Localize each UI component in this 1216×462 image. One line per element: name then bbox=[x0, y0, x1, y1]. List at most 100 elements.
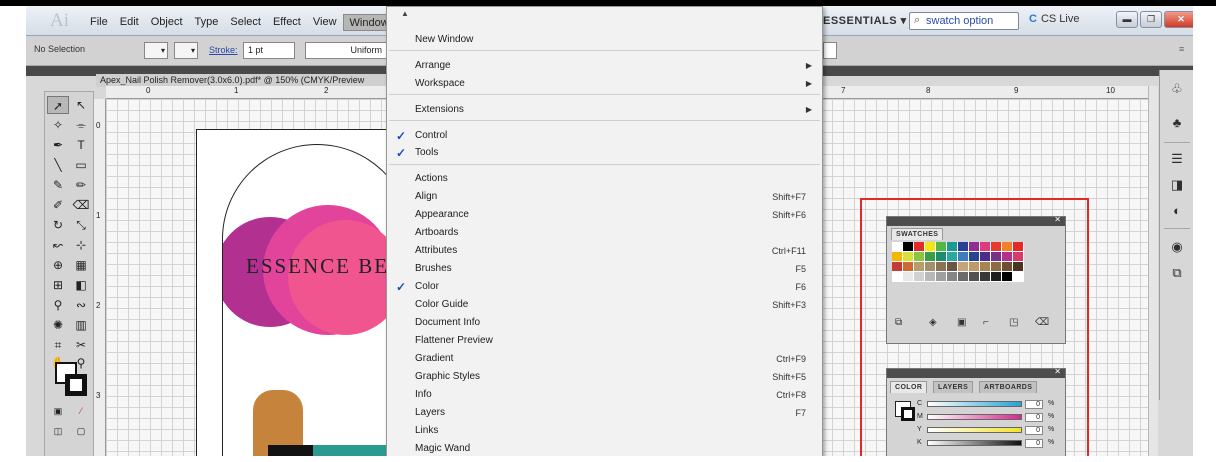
swatch[interactable] bbox=[947, 242, 958, 252]
menu-item-control[interactable]: ✓ Control bbox=[387, 127, 822, 145]
swatch[interactable] bbox=[892, 272, 903, 282]
swatch[interactable] bbox=[925, 272, 936, 282]
stroke-swatch[interactable] bbox=[65, 374, 87, 396]
swatch[interactable] bbox=[925, 242, 936, 252]
swatch[interactable] bbox=[958, 242, 969, 252]
swatch[interactable] bbox=[958, 262, 969, 272]
cs-live-button[interactable]: C CS Live bbox=[1029, 13, 1079, 25]
free-transform-tool-icon[interactable]: ⊹ bbox=[70, 236, 92, 254]
menu-item-align[interactable]: Align Shift+F7 bbox=[387, 188, 822, 206]
swatch[interactable] bbox=[914, 272, 925, 282]
swatch[interactable] bbox=[1013, 242, 1024, 252]
blend-tool-icon[interactable]: ∾ bbox=[70, 296, 92, 314]
scroll-up-icon[interactable]: ▲ bbox=[401, 9, 409, 18]
swatch[interactable] bbox=[980, 272, 991, 282]
menu-item-actions[interactable]: Actions bbox=[387, 170, 822, 188]
color-mode-icon[interactable]: ▣ bbox=[47, 402, 69, 420]
swatch[interactable] bbox=[947, 252, 958, 262]
workspace-switcher[interactable]: ESSENTIALS ▾ bbox=[823, 14, 907, 27]
pen-tool-icon[interactable]: ✒ bbox=[47, 136, 69, 154]
close-icon[interactable]: ✕ bbox=[1054, 367, 1061, 376]
swatch[interactable] bbox=[903, 252, 914, 262]
delete-swatch-icon[interactable]: ⌫ bbox=[1035, 317, 1049, 328]
menu-item-color[interactable]: ✓ Color F6 bbox=[387, 278, 822, 296]
swatch[interactable] bbox=[991, 242, 1002, 252]
direct-selection-tool-icon[interactable]: ↖ bbox=[70, 96, 92, 114]
rotate-tool-icon[interactable]: ↻ bbox=[47, 216, 69, 234]
scale-tool-icon[interactable]: ⤡ bbox=[70, 216, 92, 234]
help-search[interactable]: ⌕ bbox=[909, 12, 1019, 30]
menu-item-workspace[interactable]: Workspace ▶ bbox=[387, 75, 822, 93]
menu-select[interactable]: Select bbox=[224, 14, 267, 31]
menu-item-appearance[interactable]: Appearance Shift+F6 bbox=[387, 206, 822, 224]
swatch[interactable] bbox=[1013, 262, 1024, 272]
gradient-panel-icon[interactable]: ◨ bbox=[1168, 176, 1186, 194]
swatch[interactable] bbox=[892, 242, 903, 252]
channel-value[interactable]: 0 bbox=[1025, 400, 1043, 409]
swatch[interactable] bbox=[980, 242, 991, 252]
eraser-tool-icon[interactable]: ⌫ bbox=[70, 196, 92, 214]
tab-artboards[interactable]: ARTBOARDS bbox=[979, 381, 1038, 393]
stroke-color-dropdown[interactable]: ▾ bbox=[174, 42, 198, 59]
swatch-kind-icon[interactable]: ◈ bbox=[929, 317, 937, 328]
swatch[interactable] bbox=[958, 272, 969, 282]
swatch[interactable] bbox=[903, 262, 914, 272]
brushes-panel-icon[interactable]: ♣ bbox=[1168, 114, 1186, 132]
line-tool-icon[interactable]: ╲ bbox=[47, 156, 69, 174]
vertical-ruler[interactable]: 0 1 2 3 bbox=[94, 99, 106, 456]
artboard-tool-icon[interactable]: ⌗ bbox=[47, 336, 69, 354]
swatch[interactable] bbox=[914, 262, 925, 272]
swatch[interactable] bbox=[1013, 252, 1024, 262]
swatch[interactable] bbox=[947, 272, 958, 282]
swatch[interactable] bbox=[903, 272, 914, 282]
panel-header[interactable]: ✕ bbox=[887, 215, 1065, 226]
menu-file[interactable]: File bbox=[84, 14, 114, 31]
control-field[interactable] bbox=[823, 42, 837, 59]
swatch[interactable] bbox=[1002, 272, 1013, 282]
channel-value[interactable]: 0 bbox=[1025, 413, 1043, 422]
swatch[interactable] bbox=[914, 252, 925, 262]
swatch-libraries-icon[interactable]: ⧉ bbox=[895, 317, 902, 328]
swatch[interactable] bbox=[991, 272, 1002, 282]
channel-value[interactable]: 0 bbox=[1025, 426, 1043, 435]
swatch[interactable] bbox=[1002, 252, 1013, 262]
swatch[interactable] bbox=[936, 242, 947, 252]
fill-color-dropdown[interactable]: ▾ bbox=[144, 42, 168, 59]
new-swatch-icon[interactable]: ◳ bbox=[1009, 317, 1018, 328]
stroke-panel-icon[interactable]: ☰ bbox=[1168, 150, 1186, 168]
tab-layers[interactable]: LAYERS bbox=[933, 381, 974, 393]
menu-item-magic-wand[interactable]: Magic Wand bbox=[387, 440, 822, 456]
menu-item-gradient[interactable]: Gradient Ctrl+F9 bbox=[387, 350, 822, 368]
appearance-panel-icon[interactable]: ◉ bbox=[1168, 238, 1186, 256]
menu-item-document-info[interactable]: Document Info bbox=[387, 314, 822, 332]
screen-mode-icon[interactable]: ▢ bbox=[70, 422, 92, 440]
swatch[interactable] bbox=[925, 262, 936, 272]
shape-builder-tool-icon[interactable]: ⊕ bbox=[47, 256, 69, 274]
swatch[interactable] bbox=[969, 272, 980, 282]
swatch[interactable] bbox=[914, 242, 925, 252]
search-input[interactable] bbox=[926, 14, 1016, 28]
menu-item-links[interactable]: Links bbox=[387, 422, 822, 440]
swatch[interactable] bbox=[980, 252, 991, 262]
menu-item-brushes[interactable]: Brushes F5 bbox=[387, 260, 822, 278]
stroke-profile-dropdown[interactable]: Uniform bbox=[305, 42, 387, 59]
swatch[interactable] bbox=[991, 262, 1002, 272]
magic-wand-tool-icon[interactable]: ✧ bbox=[47, 116, 69, 134]
swatch[interactable] bbox=[1002, 262, 1013, 272]
menu-item-layers[interactable]: Layers F7 bbox=[387, 404, 822, 422]
swatch[interactable] bbox=[1002, 242, 1013, 252]
menu-item-color-guide[interactable]: Color Guide Shift+F3 bbox=[387, 296, 822, 314]
restore-button[interactable]: ❐ bbox=[1140, 11, 1162, 28]
tab-color[interactable]: COLOR bbox=[890, 381, 928, 393]
menu-type[interactable]: Type bbox=[189, 14, 225, 31]
paintbrush-tool-icon[interactable]: ✎ bbox=[47, 176, 69, 194]
menu-item-artboards[interactable]: Artboards bbox=[387, 224, 822, 242]
transparency-panel-icon[interactable]: ◐ bbox=[1168, 202, 1186, 220]
swatch[interactable] bbox=[892, 262, 903, 272]
lasso-tool-icon[interactable]: ⌯ bbox=[70, 116, 92, 134]
channel-slider[interactable] bbox=[927, 427, 1022, 433]
none-mode-icon[interactable]: ⁄ bbox=[70, 402, 92, 420]
swatch[interactable] bbox=[936, 252, 947, 262]
slice-tool-icon[interactable]: ✂ bbox=[70, 336, 92, 354]
swatch[interactable] bbox=[892, 252, 903, 262]
